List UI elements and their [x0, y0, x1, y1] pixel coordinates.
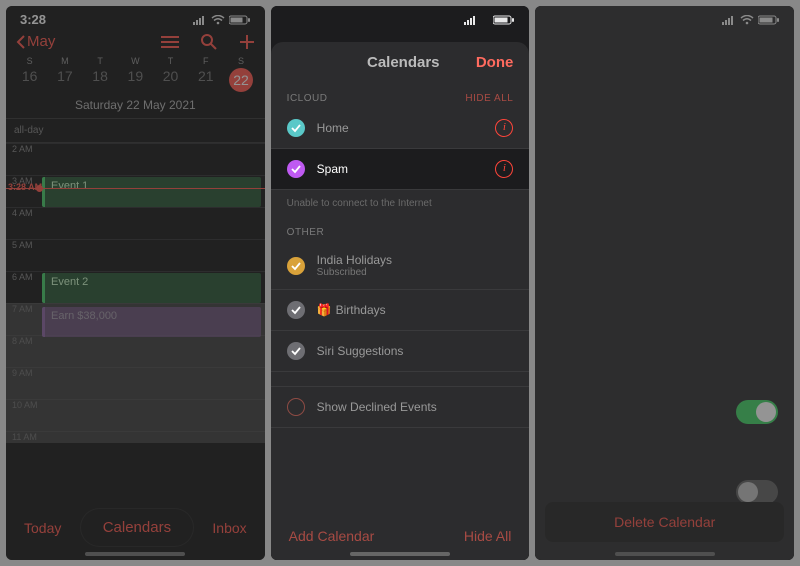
offline-hint: Unable to connect to the Internet — [271, 190, 530, 217]
inbox-button[interactable]: Inbox — [212, 520, 246, 536]
info-icon[interactable]: i — [495, 160, 513, 178]
battery-icon — [229, 15, 251, 25]
calendar-row-birthdays[interactable]: 🎁Birthdays — [271, 290, 530, 331]
bottom-toolbar: Today Calendars Inbox — [6, 509, 265, 546]
checkmark-icon — [287, 257, 305, 275]
weekday-header: SMTWTFS — [6, 52, 265, 66]
add-icon[interactable] — [239, 34, 255, 50]
hour-row: 2 AM — [6, 143, 265, 175]
hide-all-button[interactable]: Hide All — [464, 528, 511, 544]
date-cell-today[interactable]: 22 — [223, 68, 258, 92]
status-time: 3:28 — [20, 12, 46, 27]
all-day-label: all-day — [6, 119, 265, 143]
gift-icon: 🎁 — [317, 303, 332, 317]
event-block[interactable]: Event 2 — [42, 273, 261, 303]
battery-icon — [758, 15, 780, 25]
signal-icon — [722, 15, 736, 25]
full-date-label: Saturday 22 May 2021 — [6, 98, 265, 119]
calendar-row-siri[interactable]: Siri Suggestions — [271, 331, 530, 372]
checkmark-icon — [287, 160, 305, 178]
hour-grid[interactable]: 2 AM 3 AM 4 AM 5 AM 6 AM 7 AM 8 AM 9 AM … — [6, 143, 265, 443]
battery-icon — [493, 15, 515, 25]
section-header-icloud: ICLOUD HIDE ALL — [271, 83, 530, 108]
signal-icon — [464, 15, 478, 25]
back-button[interactable]: May — [16, 33, 55, 50]
checkmark-icon — [287, 301, 305, 319]
sheet-header: Calendars Done — [271, 42, 530, 83]
home-indicator[interactable] — [85, 552, 185, 556]
event-block[interactable]: Event 1 — [42, 177, 261, 207]
home-indicator[interactable] — [615, 552, 715, 556]
dimmed-overlay — [6, 303, 265, 443]
checkmark-icon — [287, 119, 305, 137]
search-icon[interactable] — [201, 34, 217, 50]
sheet-title: Calendars — [331, 54, 476, 71]
hour-row: 5 AM — [6, 239, 265, 271]
info-icon[interactable]: i — [495, 119, 513, 137]
hide-all-button[interactable]: HIDE ALL — [465, 93, 513, 104]
chevron-left-icon — [16, 35, 25, 49]
calendar-row-india[interactable]: India HolidaysSubscribed — [271, 242, 530, 290]
nav-bar: May — [6, 29, 265, 52]
calendars-button[interactable]: Calendars — [81, 509, 193, 546]
calendar-row-home[interactable]: Home i — [271, 108, 530, 149]
sheet-bottom-toolbar: Add Calendar Hide All — [271, 528, 530, 544]
calendars-sheet: Calendars Done ICLOUD HIDE ALL Home i Sp… — [271, 42, 530, 560]
status-bar: 3:28 — [6, 6, 265, 29]
screen-edit-calendar: 3:46 Cancel Edit Calendar Done COLOUR Re… — [535, 6, 794, 560]
date-cell[interactable]: 17 — [47, 68, 82, 92]
toggle-on[interactable] — [736, 400, 778, 424]
list-view-icon[interactable] — [161, 35, 179, 49]
screen-calendars-list: 1:50 E Calendars Done ICLOUD HIDE ALL — [271, 6, 530, 560]
section-header-other: OTHER — [271, 217, 530, 242]
wifi-icon — [211, 15, 225, 25]
delete-calendar-button[interactable]: Delete Calendar — [545, 502, 784, 542]
done-button[interactable]: Done — [476, 54, 514, 71]
calendar-row-spam[interactable]: Spam i — [271, 149, 530, 190]
date-cell[interactable]: 20 — [153, 68, 188, 92]
home-indicator[interactable] — [350, 552, 450, 556]
date-cell[interactable]: 21 — [188, 68, 223, 92]
date-cell[interactable]: 19 — [118, 68, 153, 92]
wifi-icon — [740, 15, 754, 25]
hour-row: 4 AM — [6, 207, 265, 239]
now-indicator-line — [6, 188, 265, 189]
dates-row[interactable]: 16 17 18 19 20 21 22 — [6, 66, 265, 98]
toggle-off[interactable] — [736, 480, 778, 504]
date-cell[interactable]: 18 — [82, 68, 117, 92]
checkmark-icon — [287, 342, 305, 360]
signal-icon — [193, 15, 207, 25]
date-cell[interactable]: 16 — [12, 68, 47, 92]
hollow-circle-icon — [287, 398, 305, 416]
add-calendar-button[interactable]: Add Calendar — [289, 528, 375, 544]
screen-day-view: 3:28 May SMTWTFS 16 — [6, 6, 265, 560]
today-button[interactable]: Today — [24, 520, 61, 536]
show-declined-row[interactable]: Show Declined Events — [271, 386, 530, 428]
